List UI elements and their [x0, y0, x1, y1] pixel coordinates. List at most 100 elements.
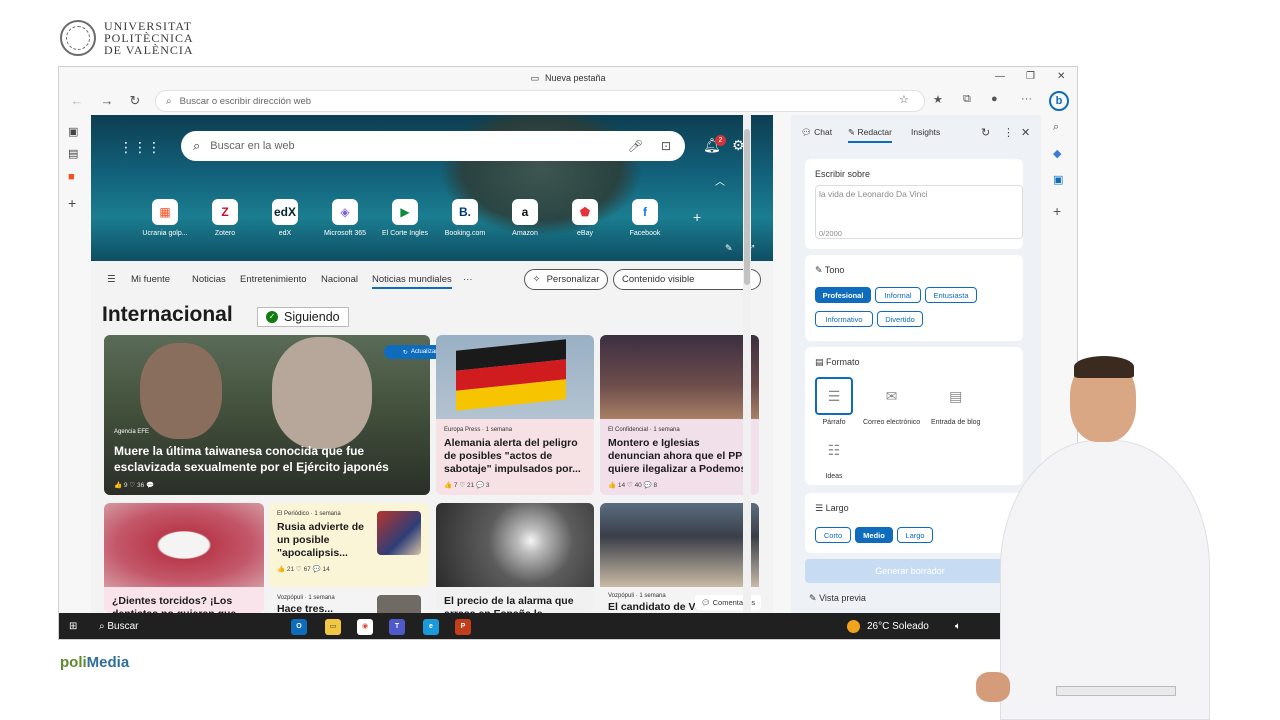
nav-nacional[interactable]: Nacional	[321, 274, 358, 285]
refresh-icon: ↻	[402, 349, 408, 356]
favorites-icon[interactable]: ★	[933, 93, 943, 106]
news-card[interactable]: Europa Press · 1 semana Alemania alerta …	[436, 335, 594, 495]
refresh-icon[interactable]: ↻	[127, 93, 143, 109]
back-icon[interactable]: ←	[69, 93, 85, 108]
search-icon[interactable]: ⌕	[1053, 121, 1059, 134]
chrome-icon[interactable]: ◉	[357, 619, 373, 635]
visual-search-icon[interactable]: ⊡	[661, 139, 671, 153]
quick-link[interactable]: f Facebook	[615, 199, 675, 237]
tab-redactar[interactable]: ✎ Redactar	[848, 127, 892, 143]
quick-link[interactable]: ◈ Microsoft 365	[315, 199, 375, 237]
format-ideas[interactable]: ☷ Ideas	[815, 431, 853, 480]
image-info-icon[interactable]: ✎	[725, 243, 733, 254]
polimedia-logo: poliMedia	[60, 654, 130, 671]
microphone-icon[interactable]: 🎤︎	[628, 139, 643, 153]
address-bar[interactable]: ⌕ Buscar o escribir dirección web	[155, 90, 925, 112]
news-card[interactable]: El Confidencial · 1 semana Montero e Igl…	[600, 335, 759, 495]
nav-noticias[interactable]: Noticias	[192, 274, 226, 285]
weather-widget[interactable]: 26°C Soleado	[867, 621, 929, 632]
more-options-icon[interactable]: ⋮	[1003, 126, 1014, 139]
news-card[interactable]: Agencia EFE Muere la última taiwanesa co…	[104, 335, 430, 495]
profile-icon[interactable]: ●	[991, 93, 998, 105]
news-card[interactable]: Vozpópuli · 1 semana Hace tres...	[269, 591, 429, 613]
card-title: Muere la última taiwanesa conocida que f…	[114, 444, 389, 474]
apps-grid-icon[interactable]: ⋮⋮⋮	[119, 139, 161, 156]
quick-link-icon: edX	[272, 199, 298, 225]
nav-more[interactable]: ···	[463, 274, 473, 285]
copilot-tabs: 💬︎ Chat ✎ Redactar Insights ↻ ⋮ ✕	[791, 115, 1041, 149]
browser-window: ▭ Nueva pestaña — ❐ ✕ ← → ↻ ⌕ Buscar o e…	[58, 66, 1078, 640]
close-icon[interactable]: ✕	[1021, 126, 1030, 139]
check-icon: ✓	[266, 311, 278, 323]
length-medio[interactable]: Medio	[855, 527, 893, 543]
page-scrollbar[interactable]	[743, 115, 751, 613]
tone-title: ✎ Tono	[815, 265, 845, 275]
quick-link-icon: Z	[212, 199, 238, 225]
forward-icon[interactable]: →	[99, 93, 115, 108]
quick-link[interactable]: ▦ Ucrania golp...	[135, 199, 195, 237]
tab-actions-icon[interactable]: ▣	[68, 125, 78, 138]
quick-link[interactable]: B. Booking.com	[435, 199, 495, 237]
tone-profesional[interactable]: Profesional	[815, 287, 871, 303]
format-parrafo[interactable]: ☰ Párrafo	[815, 377, 853, 426]
quick-link[interactable]: ⬟ eBay	[555, 199, 615, 237]
following-button[interactable]: ✓ Siguiendo	[257, 307, 349, 327]
microsoft-tools-icon[interactable]: ◆	[1053, 147, 1061, 160]
tone-divertido[interactable]: Divertido	[877, 311, 923, 327]
feed-menu-icon[interactable]: ☰	[107, 274, 116, 285]
length-corto[interactable]: Corto	[815, 527, 851, 543]
nav-noticias-mundiales[interactable]: Noticias mundiales	[372, 274, 452, 289]
tone-informal[interactable]: Informal	[875, 287, 921, 303]
preview-icon: ✎	[809, 593, 817, 603]
refresh-icon[interactable]: ↻	[981, 126, 990, 139]
new-tab-icon[interactable]: +	[68, 195, 76, 211]
news-card[interactable]: ¿Dientes torcidos? ¡Los dentistas no qui…	[104, 503, 264, 613]
card-image	[377, 511, 421, 555]
edge-icon[interactable]: e	[423, 619, 439, 635]
volume-icon[interactable]: 🔈︎	[955, 621, 961, 632]
favorite-add-icon[interactable]: ☆	[899, 93, 909, 106]
personalize-button[interactable]: ✧ Personalizar	[524, 269, 608, 290]
card-image	[600, 335, 759, 419]
new-tab-page-icon[interactable]: ▤	[68, 147, 78, 160]
outlook-icon[interactable]: ▣	[1053, 173, 1063, 186]
teams-icon[interactable]: T	[389, 619, 405, 635]
windows-start-icon[interactable]: ⊞	[69, 621, 77, 632]
minimize-icon[interactable]: —	[995, 71, 1005, 82]
nav-entretenimiento[interactable]: Entretenimiento	[240, 274, 307, 285]
quick-link[interactable]: ▶ El Corte Ingles	[375, 199, 435, 237]
taskbar-search[interactable]: ⌕ Buscar	[99, 621, 139, 632]
nav-mi-fuente[interactable]: Mi fuente	[131, 274, 170, 285]
quick-link[interactable]: a Amazon	[495, 199, 555, 237]
web-search-box[interactable]: ⌕ Buscar en la web 🎤︎ ⊡	[181, 131, 685, 161]
close-window-icon[interactable]: ✕	[1057, 71, 1065, 82]
more-options-icon[interactable]: ···	[1021, 93, 1032, 105]
tab-chat[interactable]: 💬︎ Chat	[801, 127, 832, 138]
collapse-chevron-icon[interactable]: ︿	[715, 173, 725, 188]
card-title: ¿Dientes torcidos? ¡Los dentistas no qui…	[112, 595, 245, 613]
scrollbar-thumb[interactable]	[744, 129, 750, 285]
quick-link[interactable]: Z Zotero	[195, 199, 255, 237]
file-explorer-icon[interactable]: ▭	[325, 619, 341, 635]
length-largo[interactable]: Largo	[897, 527, 933, 543]
tone-informativo[interactable]: Informativo	[815, 311, 873, 327]
collections-icon[interactable]: ⧉	[963, 93, 971, 106]
flag-image	[456, 339, 566, 411]
tone-entusiasta[interactable]: Entusiasta	[925, 287, 977, 303]
powerpoint-icon[interactable]: P	[455, 619, 471, 635]
add-quick-link-icon[interactable]: +	[693, 209, 701, 225]
format-correo[interactable]: ✉ Correo electrónico	[863, 377, 920, 426]
comments-button[interactable]: 💬︎ Comentarios	[695, 595, 762, 610]
quick-link[interactable]: edX edX	[255, 199, 315, 237]
microsoft-tab-icon[interactable]: ■	[68, 171, 75, 183]
news-card[interactable]: El precio de la alarma que arrasa en Esp…	[436, 503, 594, 613]
card-title: El precio de la alarma que arrasa en Esp…	[444, 595, 574, 613]
maximize-icon[interactable]: ❐	[1026, 71, 1035, 82]
outlook-app-icon[interactable]: O	[291, 619, 307, 635]
news-card[interactable]: El Periódico · 1 semana Rusia advierte d…	[269, 503, 429, 587]
add-app-icon[interactable]: +	[1053, 203, 1061, 219]
content-visibility-select[interactable]: Contenido visible ⌄	[613, 269, 761, 290]
tab-insights[interactable]: Insights	[911, 127, 940, 137]
card-image	[600, 503, 759, 587]
hero-background: ⋮⋮⋮ ⌕ Buscar en la web 🎤︎ ⊡ 🔔︎ 2 ⚙ ︿ ▦ Uc…	[91, 115, 773, 261]
